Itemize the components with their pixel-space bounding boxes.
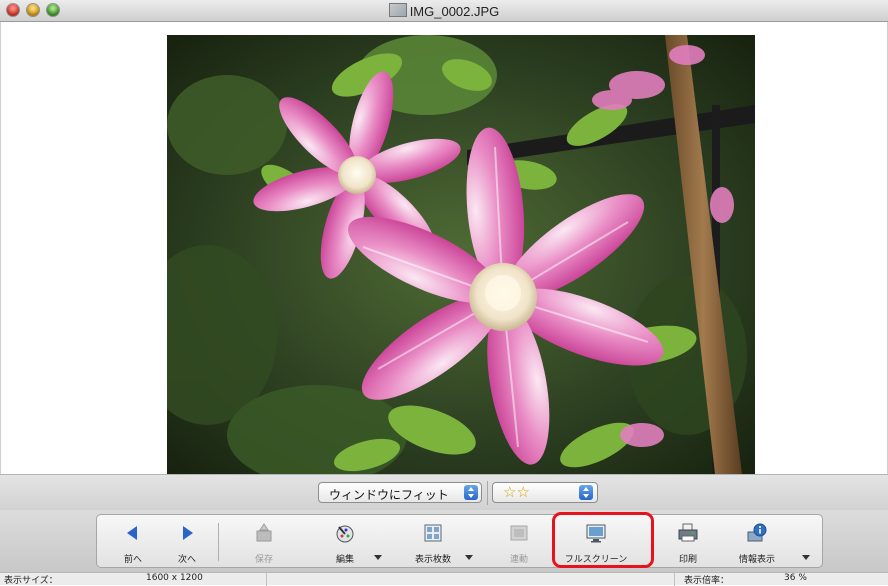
save-icon xyxy=(256,523,272,542)
save-button[interactable]: 保存 xyxy=(228,515,300,569)
photo-svg xyxy=(167,35,755,474)
select-arrows-icon xyxy=(464,485,478,500)
viewer-window: IMG_0002.JPG ウィンドウにフィット ☆☆ 前へ 次へ 保存 編集 表… xyxy=(0,0,888,586)
left-arrow-icon xyxy=(127,526,137,540)
fit-mode-select[interactable]: ウィンドウにフィット xyxy=(318,482,482,503)
status-divider xyxy=(266,573,267,586)
sync-label: 連動 xyxy=(509,555,528,565)
next-button[interactable]: 次へ xyxy=(151,515,223,569)
print-button[interactable]: 印刷 xyxy=(652,515,724,569)
zoom-value: 36 % xyxy=(784,573,807,583)
title-bar[interactable]: IMG_0002.JPG xyxy=(0,0,888,22)
display-count-dropdown-icon[interactable] xyxy=(465,555,473,560)
fit-mode-value: ウィンドウにフィット xyxy=(329,488,449,502)
toolbar-area: 前へ 次へ 保存 編集 表示枚数 連動 フルスクリーン 印刷 情報表示 xyxy=(0,510,888,572)
print-label: 印刷 xyxy=(678,555,697,565)
edit-label: 編集 xyxy=(335,555,354,565)
info-icon xyxy=(747,523,767,542)
save-label: 保存 xyxy=(254,555,273,565)
zoom-label: 表示倍率： xyxy=(684,576,730,586)
status-divider xyxy=(674,573,675,586)
fullscreen-highlight-box xyxy=(552,512,654,568)
right-arrow-icon xyxy=(183,526,193,540)
info-label: 情報表示 xyxy=(738,555,775,565)
sync-button[interactable]: 連動 xyxy=(483,515,555,569)
image-file-icon xyxy=(388,3,407,17)
fitbar-divider xyxy=(487,481,488,505)
window-title: IMG_0002.JPG xyxy=(409,4,500,19)
edit-button[interactable]: 編集 xyxy=(309,515,382,569)
printer-icon xyxy=(678,523,698,542)
photo-image[interactable] xyxy=(167,35,755,474)
image-canvas[interactable] xyxy=(0,22,888,474)
window-title-wrap: IMG_0002.JPG xyxy=(0,3,888,19)
rating-select[interactable]: ☆☆ xyxy=(492,482,598,503)
multi-view-icon xyxy=(424,524,442,542)
size-label: 表示サイズ： xyxy=(4,576,58,586)
fit-bar: ウィンドウにフィット ☆☆ xyxy=(0,474,888,510)
size-value: 1600 x 1200 xyxy=(146,573,203,583)
sync-icon xyxy=(510,525,528,541)
info-dropdown-icon[interactable] xyxy=(802,555,810,560)
display-count-button[interactable]: 表示枚数 xyxy=(397,515,473,569)
display-count-label: 表示枚数 xyxy=(414,555,451,565)
next-label: 次へ xyxy=(177,555,196,565)
rating-stars: ☆☆ xyxy=(503,483,530,501)
edit-icon xyxy=(336,525,354,543)
toolbar: 前へ 次へ 保存 編集 表示枚数 連動 フルスクリーン 印刷 情報表示 xyxy=(96,514,823,568)
edit-dropdown-icon[interactable] xyxy=(374,555,382,560)
select-arrows-icon xyxy=(579,485,593,500)
status-bar: 表示サイズ： 1600 x 1200 表示倍率： 36 % xyxy=(0,572,888,586)
toolbar-separator xyxy=(218,523,219,561)
info-button[interactable]: 情報表示 xyxy=(721,515,810,569)
